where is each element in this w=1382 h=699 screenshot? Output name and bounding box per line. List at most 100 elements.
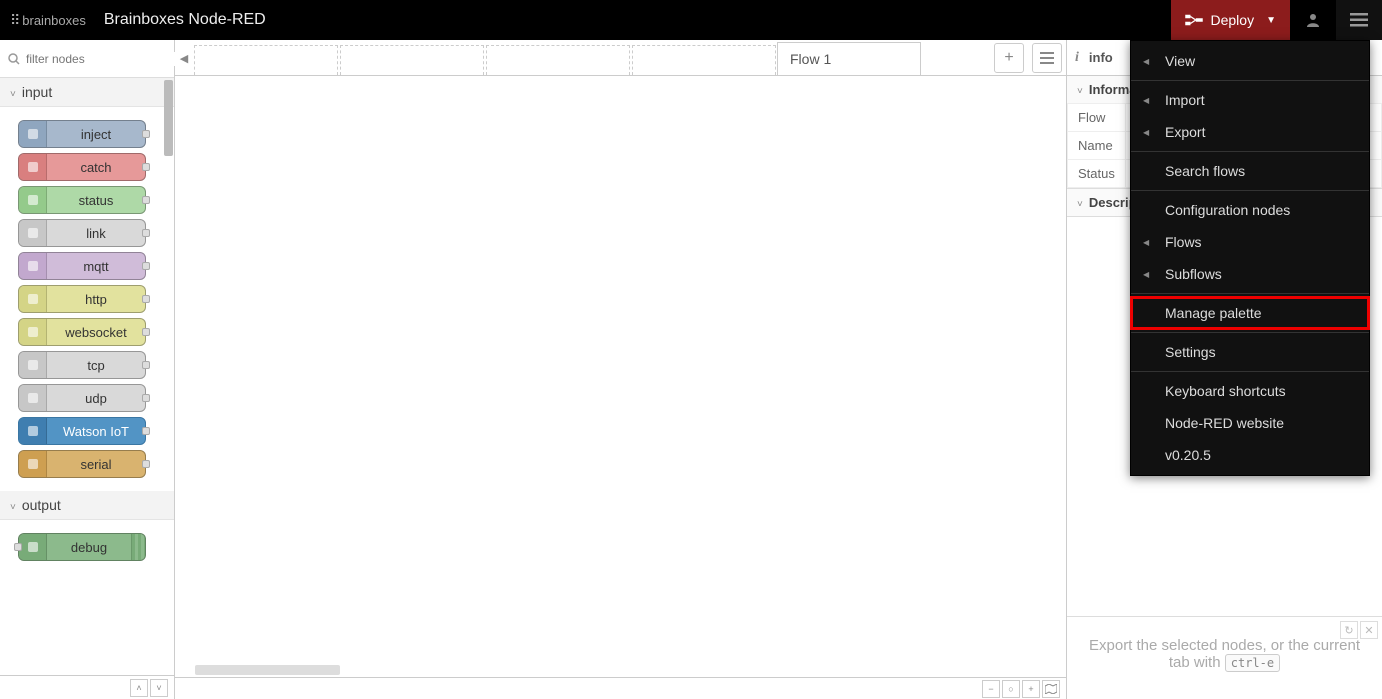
menu-item-flows[interactable]: Flows — [1131, 226, 1369, 258]
brand-logo: ⠿ brainboxes — [0, 12, 96, 29]
logo-icon: ⠿ — [10, 12, 18, 29]
menu-item-view[interactable]: View — [1131, 45, 1369, 77]
main-menu-dropdown: View ImportExport Search flows Configuratio… — [1130, 40, 1370, 476]
tab-placeholder — [340, 45, 484, 75]
menu-item-import[interactable]: Import — [1131, 84, 1369, 116]
node-port — [142, 361, 150, 369]
menu-item-v0-20-5[interactable]: v0.20.5 — [1131, 439, 1369, 471]
search-icon — [8, 53, 20, 65]
zoom-reset-button[interactable]: ○ — [1002, 680, 1020, 698]
palette-node-inject[interactable]: inject — [18, 120, 146, 148]
main-menu-button[interactable] — [1336, 0, 1382, 40]
info-row-label: Flow — [1068, 104, 1126, 132]
palette-node-udp[interactable]: udp — [18, 384, 146, 412]
menu-item-node-red-website[interactable]: Node-RED website — [1131, 407, 1369, 439]
node-label: debug — [47, 540, 131, 555]
tab-flow-active[interactable]: Flow 1 — [777, 42, 921, 75]
tip-close-button[interactable]: ✕ — [1360, 621, 1378, 639]
list-icon — [1040, 52, 1054, 64]
workspace-tabs: ◀ Flow 1 + — [175, 40, 1066, 76]
node-label: websocket — [47, 325, 145, 340]
node-type-icon — [19, 187, 47, 213]
sidebar-tab-info[interactable]: info — [1089, 50, 1113, 65]
node-label: inject — [47, 127, 145, 142]
node-type-icon — [19, 286, 47, 312]
palette-scrollbar[interactable] — [164, 80, 173, 156]
node-type-icon — [19, 352, 47, 378]
flow-canvas[interactable] — [175, 76, 1066, 699]
canvas-hscroll[interactable] — [175, 665, 1066, 677]
palette-node-websocket[interactable]: websocket — [18, 318, 146, 346]
menu-item-search-flows[interactable]: Search flows — [1131, 155, 1369, 187]
user-button[interactable] — [1290, 0, 1336, 40]
info-icon: i — [1075, 50, 1079, 66]
menu-item-settings[interactable]: Settings — [1131, 336, 1369, 368]
add-tab-button[interactable]: + — [994, 43, 1024, 73]
palette-category-header[interactable]: output — [0, 491, 174, 520]
zoom-out-button[interactable]: − — [982, 680, 1000, 698]
node-type-icon — [19, 385, 47, 411]
tip-kbd: ctrl-e — [1225, 654, 1280, 672]
workspace: ◀ Flow 1 + − ○ + — [175, 40, 1067, 699]
menu-separator — [1131, 151, 1369, 152]
chevron-down-icon: ▼ — [1266, 15, 1276, 26]
node-port — [142, 394, 150, 402]
navigator-button[interactable] — [1042, 680, 1060, 698]
tab-label: Flow 1 — [790, 51, 831, 67]
hamburger-icon — [1350, 13, 1368, 27]
node-port — [142, 163, 150, 171]
node-port — [142, 229, 150, 237]
menu-separator — [1131, 332, 1369, 333]
map-icon — [1045, 684, 1057, 694]
node-label: tcp — [47, 358, 145, 373]
node-type-icon — [19, 253, 47, 279]
palette-category-header[interactable]: input — [0, 78, 174, 107]
node-label: Watson IoT — [47, 424, 145, 439]
node-port — [142, 427, 150, 435]
menu-item-export[interactable]: Export — [1131, 116, 1369, 148]
node-label: catch — [47, 160, 145, 175]
palette-node-mqtt[interactable]: mqtt — [18, 252, 146, 280]
palette-node-catch[interactable]: catch — [18, 153, 146, 181]
palette-collapse-button[interactable]: ˄ — [130, 679, 148, 697]
user-icon — [1305, 12, 1321, 28]
logo-text: brainboxes — [22, 13, 86, 28]
palette-node-debug[interactable]: debug — [18, 533, 146, 561]
palette-node-serial[interactable]: serial — [18, 450, 146, 478]
palette-search-input[interactable] — [26, 52, 181, 66]
node-port — [142, 130, 150, 138]
app-title: Brainboxes Node-RED — [104, 11, 266, 29]
node-stripes-icon — [131, 534, 145, 560]
node-port — [142, 262, 150, 270]
menu-item-configuration-nodes[interactable]: Configuration nodes — [1131, 194, 1369, 226]
node-label: link — [47, 226, 145, 241]
canvas-vscroll[interactable] — [1054, 76, 1066, 677]
palette-node-tcp[interactable]: tcp — [18, 351, 146, 379]
palette-node-watson-iot[interactable]: Watson IoT — [18, 417, 146, 445]
palette-expand-button[interactable]: ˅ — [150, 679, 168, 697]
menu-item-subflows[interactable]: Subflows — [1131, 258, 1369, 290]
node-type-icon — [19, 154, 47, 180]
node-port — [142, 328, 150, 336]
node-label: mqtt — [47, 259, 145, 274]
menu-item-manage-palette[interactable]: Manage palette — [1131, 297, 1369, 329]
node-type-icon — [19, 451, 47, 477]
node-type-icon — [19, 534, 47, 560]
menu-item-keyboard-shortcuts[interactable]: Keyboard shortcuts — [1131, 375, 1369, 407]
palette-search[interactable] — [0, 40, 174, 78]
tip-refresh-button[interactable]: ↻ — [1340, 621, 1358, 639]
palette-node-link[interactable]: link — [18, 219, 146, 247]
deploy-button[interactable]: Deploy ▼ — [1171, 0, 1291, 40]
zoom-in-button[interactable]: + — [1022, 680, 1040, 698]
menu-separator — [1131, 190, 1369, 191]
node-type-icon — [19, 220, 47, 246]
node-port — [142, 196, 150, 204]
palette-footer: ˄ ˅ — [0, 675, 174, 699]
tabs-scroll-left[interactable]: ◀ — [175, 41, 193, 75]
tab-placeholder — [486, 45, 630, 75]
palette-node-http[interactable]: http — [18, 285, 146, 313]
info-row-label: Name — [1068, 132, 1126, 160]
deploy-icon — [1185, 13, 1203, 27]
palette-node-status[interactable]: status — [18, 186, 146, 214]
tab-list-button[interactable] — [1032, 43, 1062, 73]
